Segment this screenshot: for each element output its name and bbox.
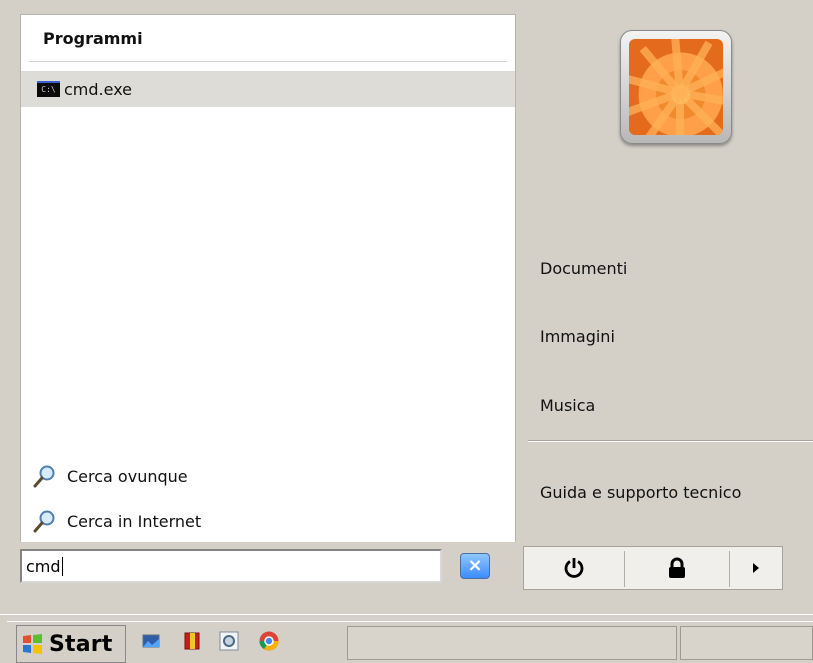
monitor-icon[interactable] [140, 630, 162, 652]
book-icon[interactable] [181, 630, 203, 652]
programs-header: Programmi [43, 29, 143, 48]
clear-search-button[interactable]: × [460, 553, 490, 579]
settings-icon[interactable] [218, 630, 240, 652]
windows-logo-icon [23, 634, 42, 654]
start-button[interactable]: Start [16, 625, 126, 663]
program-item-cmd[interactable]: C:\ cmd.exe [21, 71, 515, 107]
taskbar: Start [7, 621, 813, 663]
arrow-right-icon [753, 563, 759, 573]
documents-link[interactable]: Documenti [540, 259, 627, 278]
places-pane: Documenti Immagini Musica Guida e suppor… [515, 14, 813, 542]
more-options-button[interactable] [730, 547, 782, 589]
search-input[interactable]: cmd [20, 549, 442, 583]
lock-button[interactable] [625, 547, 729, 589]
program-label: cmd.exe [64, 79, 133, 99]
taskbar-window-button[interactable] [680, 626, 813, 660]
pictures-link[interactable]: Immagini [540, 327, 615, 346]
music-link[interactable]: Musica [540, 396, 595, 415]
help-support-link[interactable]: Guida e supporto tecnico [540, 483, 741, 502]
lock-icon [669, 557, 685, 578]
chrome-icon[interactable] [258, 630, 280, 652]
search-icon [33, 465, 55, 488]
search-internet-link[interactable]: Cerca in Internet [33, 505, 201, 537]
power-icon [564, 558, 584, 578]
search-row: cmd × [0, 542, 813, 614]
search-anywhere-link[interactable]: Cerca ovunque [33, 460, 188, 492]
search-anywhere-label: Cerca ovunque [67, 466, 188, 486]
programs-pane: Programmi C:\ cmd.exe Cerca ovunque Cerc… [20, 14, 515, 544]
taskbar-window-button[interactable] [347, 626, 677, 660]
start-label: Start [49, 631, 113, 657]
search-internet-label: Cerca in Internet [67, 511, 202, 531]
header-divider [29, 61, 507, 62]
places-divider [528, 440, 813, 442]
flower-icon [629, 39, 723, 135]
user-avatar[interactable] [620, 30, 732, 144]
text-caret [61, 556, 63, 576]
search-icon [33, 510, 55, 533]
close-icon: × [467, 555, 483, 576]
search-text: cmd [26, 556, 61, 576]
command-prompt-icon: C:\ [37, 81, 60, 97]
power-button[interactable] [524, 547, 624, 589]
power-options [523, 546, 783, 590]
start-menu: Programmi C:\ cmd.exe Cerca ovunque Cerc… [0, 0, 813, 614]
